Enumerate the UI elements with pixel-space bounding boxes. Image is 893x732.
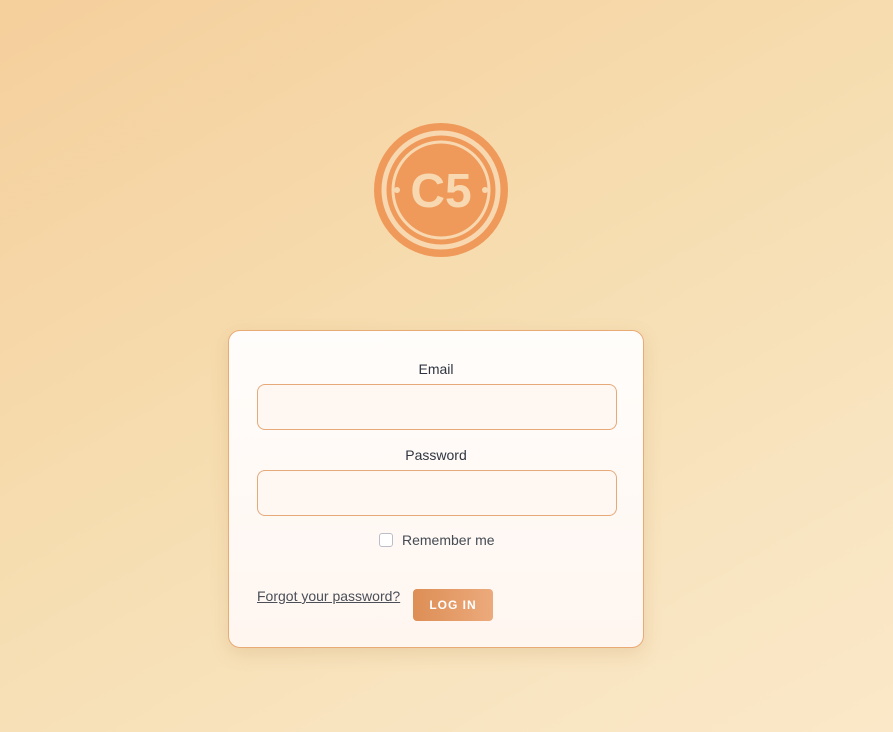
password-field[interactable] [257, 470, 617, 516]
remember-me-checkbox[interactable] [379, 533, 393, 547]
c5-logo: C5 [372, 123, 510, 257]
remember-me-option[interactable]: Remember me [379, 532, 495, 548]
remember-me-label: Remember me [402, 532, 495, 548]
logo-text: C5 [410, 165, 471, 218]
login-card: Email Password Remember me Forgot your p… [228, 330, 644, 648]
forgot-password-link[interactable]: Forgot your password? [257, 588, 400, 604]
login-button[interactable]: LOG IN [413, 589, 493, 621]
email-label: Email [418, 361, 454, 377]
c5-logo-graphic: C5 [374, 123, 508, 257]
email-field[interactable] [257, 384, 617, 430]
password-label: Password [405, 447, 467, 463]
